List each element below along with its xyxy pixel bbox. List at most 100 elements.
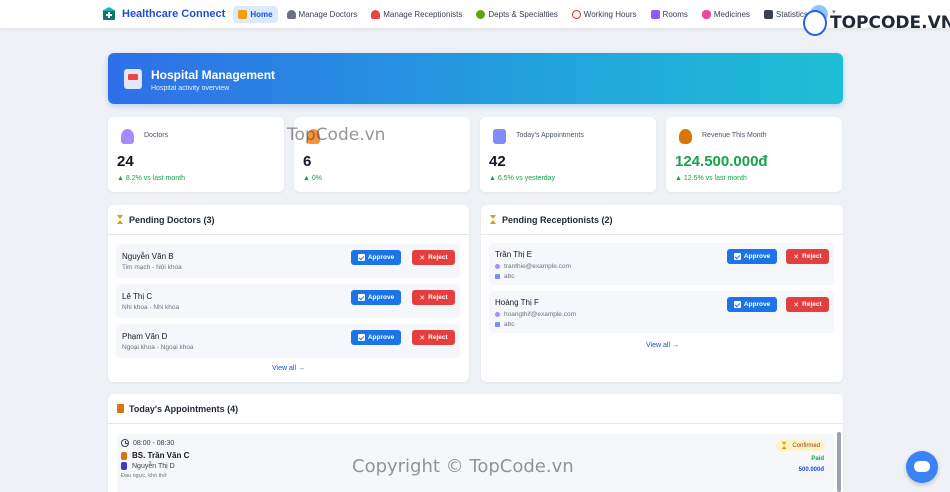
check-icon bbox=[357, 294, 365, 301]
chart-icon bbox=[763, 9, 773, 19]
view-all-receptionists-link[interactable]: View all → bbox=[646, 342, 679, 349]
list-item: Nguyễn Văn B Tim mạch - Nội khoa Approve… bbox=[116, 244, 460, 278]
nav-item-medicines[interactable]: Medicines bbox=[697, 6, 755, 23]
doctor-name: Lê Thị C bbox=[122, 292, 153, 301]
nav-item-manage-receptionists[interactable]: Manage Receptionists bbox=[366, 6, 467, 23]
panel-header: Pending Receptionists (2) bbox=[481, 205, 843, 235]
receptionist-icon bbox=[371, 9, 381, 19]
reject-button[interactable]: ✕ Reject bbox=[786, 249, 829, 264]
watermark-top: TopCode.vn bbox=[287, 125, 386, 145]
receptionist-email: tranthie@example.com bbox=[504, 263, 571, 270]
receptionist-note: abc bbox=[504, 321, 515, 328]
page-title: Hospital Management bbox=[151, 68, 276, 82]
email-icon bbox=[495, 264, 500, 269]
stat-label: Revenue This Month bbox=[702, 132, 767, 139]
nav-item-label: Medicines bbox=[713, 9, 750, 19]
stat-label: Doctors bbox=[144, 132, 169, 139]
hourglass-icon bbox=[782, 441, 788, 450]
check-icon bbox=[357, 334, 365, 341]
stat-value: 124.500.000đ bbox=[675, 153, 768, 170]
pending-receptionists-panel: Pending Receptionists (2) Trần Thị E tra… bbox=[481, 205, 843, 382]
home-icon bbox=[238, 9, 248, 19]
nav-item-label: Depts & Specialties bbox=[488, 9, 558, 19]
appointment-doctor: BS. Trần Văn C bbox=[121, 451, 189, 460]
stat-trend-text: 12.5% vs last month bbox=[683, 175, 747, 182]
patient-icon bbox=[121, 462, 127, 470]
stat-trend-text: 0% bbox=[311, 175, 322, 182]
appointments-panel: Today's Appointments (4) 08:00 - 08:30 B… bbox=[108, 394, 843, 492]
hourglass-icon bbox=[490, 215, 497, 224]
approve-label: Approve bbox=[367, 254, 395, 261]
stat-trend-text: 6.5% vs yesterday bbox=[497, 175, 556, 182]
nav-item-home[interactable]: Home bbox=[233, 5, 278, 23]
close-icon: ✕ bbox=[419, 334, 426, 342]
reject-button[interactable]: ✕ Reject bbox=[412, 330, 455, 345]
approve-button[interactable]: Approve bbox=[727, 249, 777, 264]
reject-button[interactable]: ✕ Reject bbox=[412, 290, 455, 305]
doctor-name: Phạm Văn D bbox=[122, 332, 168, 341]
doctor-icon bbox=[121, 129, 134, 144]
clipboard-icon bbox=[117, 404, 124, 413]
panel-header: Pending Doctors (3) bbox=[108, 205, 469, 235]
payment-amount: 500.000đ bbox=[798, 467, 824, 473]
approve-label: Approve bbox=[367, 294, 395, 301]
appointment-patient-name: Nguyễn Thị D bbox=[132, 462, 175, 470]
hospital-icon bbox=[124, 69, 142, 89]
scrollbar[interactable] bbox=[837, 432, 841, 492]
receptionist-email: hoangthif@example.com bbox=[504, 311, 576, 318]
receptionist-note-line: abc bbox=[495, 321, 514, 328]
nav-item-label: Manage Doctors bbox=[298, 9, 358, 19]
status-badge-text: Confirmed bbox=[792, 442, 820, 449]
nav-item-departments[interactable]: Depts & Specialties bbox=[471, 6, 562, 23]
reject-button[interactable]: ✕ Reject bbox=[412, 250, 455, 265]
appointment-doctor-name: BS. Trần Văn C bbox=[132, 451, 190, 460]
doctor-specialty: Nhi khoa - Nhi khoa bbox=[122, 304, 180, 311]
department-icon bbox=[476, 9, 486, 19]
clock-icon bbox=[121, 439, 129, 447]
approve-label: Approve bbox=[743, 253, 771, 260]
page-subtitle: Hospital activity overview bbox=[151, 85, 230, 92]
pill-icon bbox=[701, 9, 711, 19]
view-all-doctors-link[interactable]: View all → bbox=[272, 365, 305, 372]
topcode-logo-text: TOPCODE.VN bbox=[830, 13, 950, 33]
nav-item-label: Home bbox=[250, 9, 273, 19]
reject-button[interactable]: ✕ Reject bbox=[786, 297, 829, 312]
reject-label: Reject bbox=[428, 254, 448, 261]
stat-value: 24 bbox=[117, 153, 134, 170]
stat-trend-text: 8.2% vs last month bbox=[125, 175, 186, 182]
close-icon: ✕ bbox=[793, 253, 800, 261]
close-icon: ✕ bbox=[793, 301, 800, 309]
nav-item-manage-doctors[interactable]: Manage Doctors bbox=[282, 6, 363, 23]
pending-doctors-panel: Pending Doctors (3) Nguyễn Văn B Tim mạc… bbox=[108, 205, 469, 382]
close-icon: ✕ bbox=[419, 294, 426, 302]
stat-value: 6 bbox=[303, 153, 312, 170]
approve-button[interactable]: Approve bbox=[351, 250, 401, 265]
chatbot-button[interactable] bbox=[906, 451, 938, 483]
receptionist-name: Hoàng Thị F bbox=[495, 298, 539, 307]
doctor-specialty: Ngoại khoa - Ngoại khoa bbox=[122, 344, 194, 351]
brand[interactable]: Healthcare Connect bbox=[102, 7, 225, 21]
status-badge: Confirmed bbox=[776, 440, 825, 451]
hospital-logo-icon bbox=[102, 7, 116, 20]
nav-item-working-hours[interactable]: Working Hours bbox=[567, 6, 642, 23]
appointment-note: Đau ngực, khó thở bbox=[121, 473, 167, 479]
money-bag-icon bbox=[679, 129, 692, 144]
receptionist-note: abc bbox=[504, 273, 515, 280]
calendar-icon bbox=[493, 129, 506, 144]
approve-button[interactable]: Approve bbox=[727, 297, 777, 312]
receptionist-name: Trần Thị E bbox=[495, 250, 532, 259]
receptionist-email-line: hoangthif@example.com bbox=[495, 311, 576, 318]
nav-item-rooms[interactable]: Rooms bbox=[646, 6, 693, 23]
receptionist-note-line: abc bbox=[495, 273, 514, 280]
list-item: Lê Thị C Nhi khoa - Nhi khoa Approve ✕ Re… bbox=[116, 284, 460, 318]
doctor-name: Nguyễn Văn B bbox=[122, 252, 174, 261]
nav-item-label: Working Hours bbox=[583, 9, 637, 19]
watermark-bottom: Copyright © TopCode.vn bbox=[352, 456, 574, 477]
receptionist-email-line: tranthie@example.com bbox=[495, 263, 571, 270]
approve-button[interactable]: Approve bbox=[351, 330, 401, 345]
nav-item-label: Manage Receptionists bbox=[383, 9, 463, 19]
approve-button[interactable]: Approve bbox=[351, 290, 401, 305]
approve-label: Approve bbox=[743, 301, 771, 308]
appointment-patient: Nguyễn Thị D bbox=[121, 462, 175, 470]
hero-banner: Hospital Management Hospital activity ov… bbox=[108, 53, 843, 104]
